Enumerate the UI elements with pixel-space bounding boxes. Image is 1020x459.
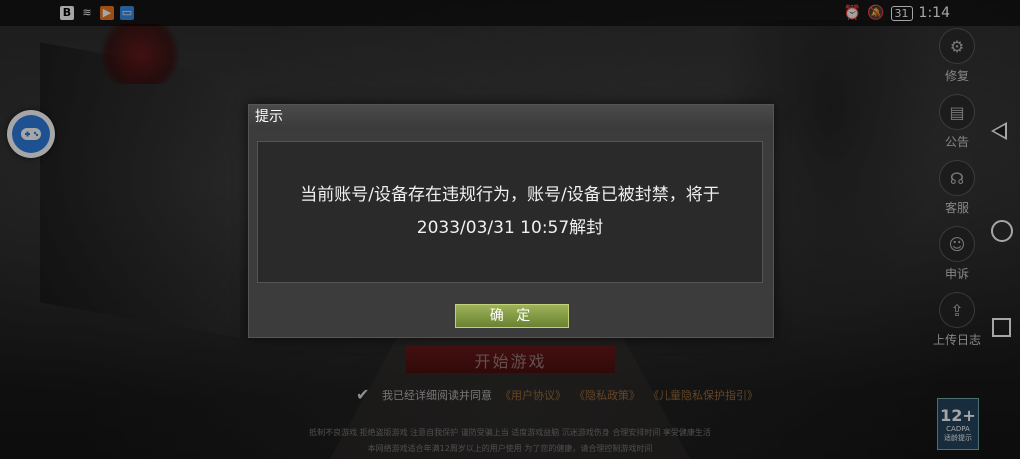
confirm-button[interactable]: 确 定 [455, 304, 569, 328]
dialog-title: 提示 [249, 105, 773, 129]
ban-notice-dialog: 提示 当前账号/设备存在违规行为，账号/设备已被封禁，将于2033/03/31 … [248, 104, 774, 338]
dialog-message-box: 当前账号/设备存在违规行为，账号/设备已被封禁，将于2033/03/31 10:… [257, 141, 763, 283]
dialog-message: 当前账号/设备存在违规行为，账号/设备已被封禁，将于2033/03/31 10:… [300, 185, 720, 238]
